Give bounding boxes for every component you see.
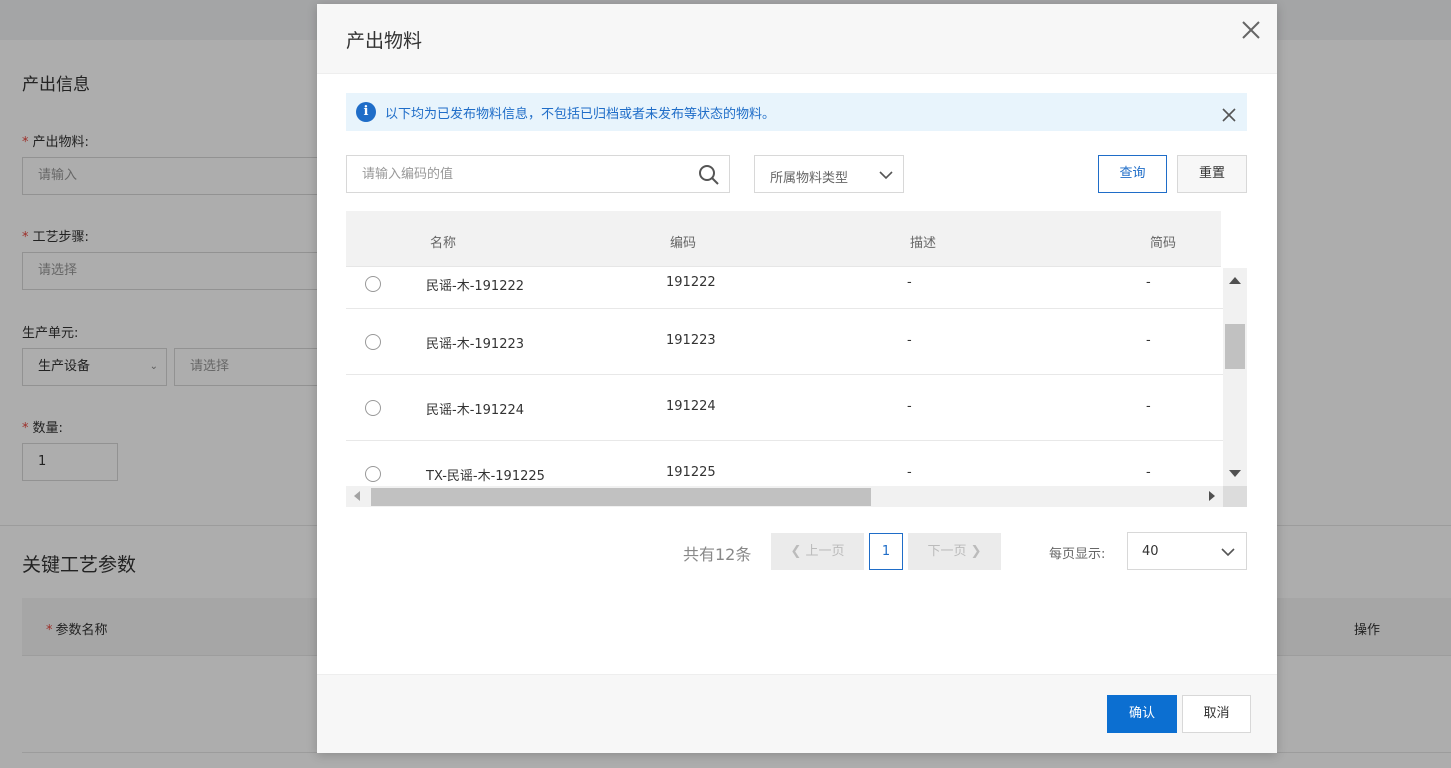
per-page-value: 40 bbox=[1142, 544, 1159, 559]
modal-header: 产出物料 bbox=[317, 4, 1277, 74]
cell-short: - bbox=[1146, 275, 1151, 290]
modal-title: 产出物料 bbox=[346, 30, 423, 52]
cell-short: - bbox=[1146, 465, 1151, 480]
cell-desc: - bbox=[907, 399, 912, 414]
col-code: 编码 bbox=[670, 236, 697, 251]
chevron-right-icon: ❯ bbox=[970, 544, 982, 559]
vertical-scroll-thumb[interactable] bbox=[1225, 324, 1245, 369]
notice-close-icon[interactable] bbox=[1221, 107, 1237, 123]
horizontal-scroll-thumb[interactable] bbox=[371, 488, 871, 506]
scroll-left-arrow-icon[interactable] bbox=[354, 491, 360, 501]
search-icon[interactable] bbox=[698, 164, 720, 186]
cell-short: - bbox=[1146, 399, 1151, 414]
table-row[interactable]: 民谣-木-191222 191222 - - bbox=[346, 268, 1223, 309]
reset-button[interactable]: 重置 bbox=[1177, 155, 1247, 193]
per-page-select[interactable]: 40 bbox=[1127, 532, 1247, 570]
cell-desc: - bbox=[907, 333, 912, 348]
row-radio[interactable] bbox=[365, 466, 381, 482]
material-type-select[interactable]: 所属物料类型 bbox=[754, 155, 904, 193]
modal-footer: 确认 取消 bbox=[317, 674, 1277, 753]
search-input[interactable] bbox=[347, 156, 687, 192]
table-body: 民谣-木-191222 191222 - - 民谣-木-191223 19122… bbox=[346, 268, 1223, 486]
cancel-button[interactable]: 取消 bbox=[1182, 695, 1251, 733]
scroll-right-arrow-icon[interactable] bbox=[1209, 491, 1215, 501]
cell-desc: - bbox=[907, 465, 912, 480]
vertical-scrollbar[interactable] bbox=[1223, 268, 1247, 486]
row-radio[interactable] bbox=[365, 400, 381, 416]
cell-desc: - bbox=[907, 275, 912, 290]
cell-name: TX-民谣-木-191225 bbox=[426, 469, 545, 484]
page-number-button[interactable]: 1 bbox=[869, 533, 903, 570]
material-type-value: 所属物料类型 bbox=[770, 171, 849, 186]
next-page-label: 下一页 bbox=[927, 544, 967, 559]
info-notice: i 以下均为已发布物料信息，不包括已归档或者未发布等状态的物料。 bbox=[346, 93, 1247, 131]
row-radio[interactable] bbox=[365, 276, 381, 292]
cell-code: 191222 bbox=[666, 275, 716, 290]
scroll-up-arrow-icon[interactable] bbox=[1229, 277, 1241, 284]
cell-code: 191223 bbox=[666, 333, 716, 348]
table-row[interactable]: 民谣-木-191224 191224 - - bbox=[346, 375, 1223, 441]
prev-page-label: 上一页 bbox=[805, 544, 845, 559]
cell-code: 191225 bbox=[666, 465, 716, 480]
chevron-down-icon bbox=[1220, 544, 1236, 560]
search-box bbox=[346, 155, 730, 193]
chevron-down-icon bbox=[879, 168, 893, 182]
table-row[interactable]: TX-民谣-木-191225 191225 - - bbox=[346, 441, 1223, 486]
material-modal: 产出物料 i 以下均为已发布物料信息，不包括已归档或者未发布等状态的物料。 所属… bbox=[317, 4, 1277, 753]
cell-name: 民谣-木-191222 bbox=[426, 279, 525, 294]
per-page-label: 每页显示: bbox=[1049, 547, 1106, 562]
col-desc: 描述 bbox=[910, 236, 937, 251]
horizontal-scrollbar[interactable] bbox=[346, 486, 1223, 507]
info-icon: i bbox=[356, 102, 376, 122]
cell-short: - bbox=[1146, 333, 1151, 348]
confirm-button[interactable]: 确认 bbox=[1107, 695, 1177, 733]
row-radio[interactable] bbox=[365, 334, 381, 350]
table-row[interactable]: 民谣-木-191223 191223 - - bbox=[346, 309, 1223, 375]
material-table: 名称 编码 描述 简码 民谣-木-191222 191222 - - 民谣-木-… bbox=[346, 211, 1247, 507]
col-short: 简码 bbox=[1150, 236, 1177, 251]
next-page-button[interactable]: 下一页 ❯ bbox=[908, 533, 1001, 570]
chevron-left-icon: ❮ bbox=[790, 544, 802, 559]
scroll-corner bbox=[1223, 486, 1247, 507]
cell-name: 民谣-木-191223 bbox=[426, 337, 525, 352]
scroll-down-arrow-icon[interactable] bbox=[1229, 470, 1241, 477]
table-header: 名称 编码 描述 简码 bbox=[346, 211, 1221, 267]
col-name: 名称 bbox=[430, 236, 457, 251]
notice-text: 以下均为已发布物料信息，不包括已归档或者未发布等状态的物料。 bbox=[385, 107, 776, 122]
query-button[interactable]: 查询 bbox=[1098, 155, 1167, 193]
close-icon[interactable] bbox=[1239, 18, 1263, 42]
cell-name: 民谣-木-191224 bbox=[426, 403, 525, 418]
cell-code: 191224 bbox=[666, 399, 716, 414]
prev-page-button[interactable]: ❮ 上一页 bbox=[771, 533, 864, 570]
total-count: 共有12条 bbox=[683, 545, 752, 564]
